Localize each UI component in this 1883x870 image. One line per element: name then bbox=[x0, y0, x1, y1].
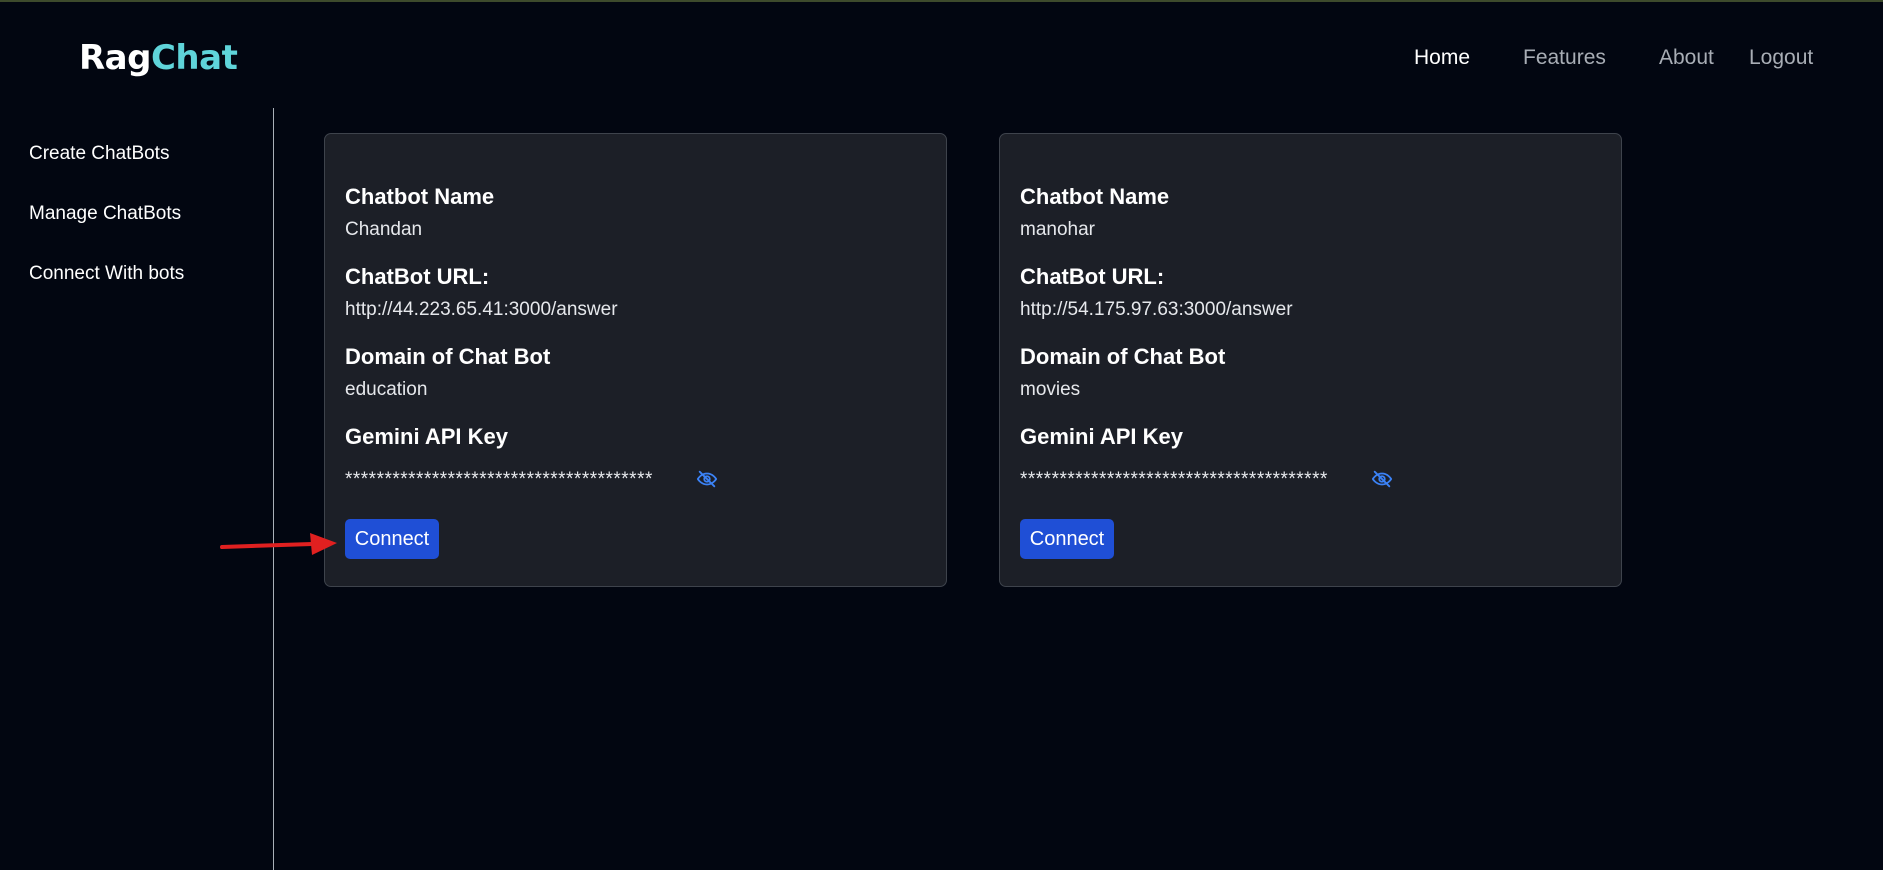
chatbot-url-label: ChatBot URL: bbox=[1020, 264, 1165, 289]
nav-logout[interactable]: Logout bbox=[1749, 46, 1813, 70]
brand-logo[interactable]: RagChat bbox=[79, 38, 238, 78]
eye-slash-icon[interactable] bbox=[696, 468, 718, 490]
nav-features[interactable]: Features bbox=[1523, 46, 1606, 70]
chatbot-domain-label: Domain of Chat Bot bbox=[345, 344, 551, 369]
gemini-api-key-label: Gemini API Key bbox=[345, 424, 509, 449]
red-arrow-annotation bbox=[220, 533, 337, 555]
connect-button[interactable]: Connect bbox=[1020, 519, 1114, 559]
gemini-api-key-masked: *************************************** bbox=[345, 469, 653, 490]
chatbot-name-value: Chandan bbox=[345, 219, 423, 240]
gemini-api-key-masked: *************************************** bbox=[1020, 469, 1328, 490]
chatbot-domain-value: education bbox=[345, 379, 428, 400]
chatbot-name-label: Chatbot Name bbox=[1020, 184, 1170, 209]
brand-part-chat: Chat bbox=[150, 38, 238, 78]
connect-button[interactable]: Connect bbox=[345, 519, 439, 559]
chatbot-url-value: http://44.223.65.41:3000/answer bbox=[345, 299, 618, 320]
nav-about[interactable]: About bbox=[1659, 46, 1714, 70]
top-navbar: RagChat Home Features About Logout bbox=[0, 2, 1883, 108]
chatbot-name-value: manohar bbox=[1020, 219, 1095, 240]
sidebar: Create ChatBots Manage ChatBots Connect … bbox=[0, 108, 274, 870]
brand-part-rag: Rag bbox=[79, 38, 151, 78]
chatbot-card: Chatbot Name manohar ChatBot URL: http:/… bbox=[999, 133, 1622, 587]
chatbot-url-value: http://54.175.97.63:3000/answer bbox=[1020, 299, 1293, 320]
nav-home[interactable]: Home bbox=[1414, 46, 1470, 70]
chatbot-name-label: Chatbot Name bbox=[345, 184, 495, 209]
chatbot-domain-label: Domain of Chat Bot bbox=[1020, 344, 1226, 369]
chatbot-card: Chatbot Name Chandan ChatBot URL: http:/… bbox=[324, 133, 947, 587]
gemini-api-key-label: Gemini API Key bbox=[1020, 424, 1184, 449]
sidebar-item-manage-chatbots[interactable]: Manage ChatBots bbox=[29, 203, 181, 225]
sidebar-item-create-chatbots[interactable]: Create ChatBots bbox=[29, 143, 169, 165]
sidebar-item-connect-with-bots[interactable]: Connect With bots bbox=[29, 263, 184, 285]
eye-slash-icon[interactable] bbox=[1371, 468, 1393, 490]
chatbot-url-label: ChatBot URL: bbox=[345, 264, 490, 289]
chatbot-domain-value: movies bbox=[1020, 379, 1081, 400]
